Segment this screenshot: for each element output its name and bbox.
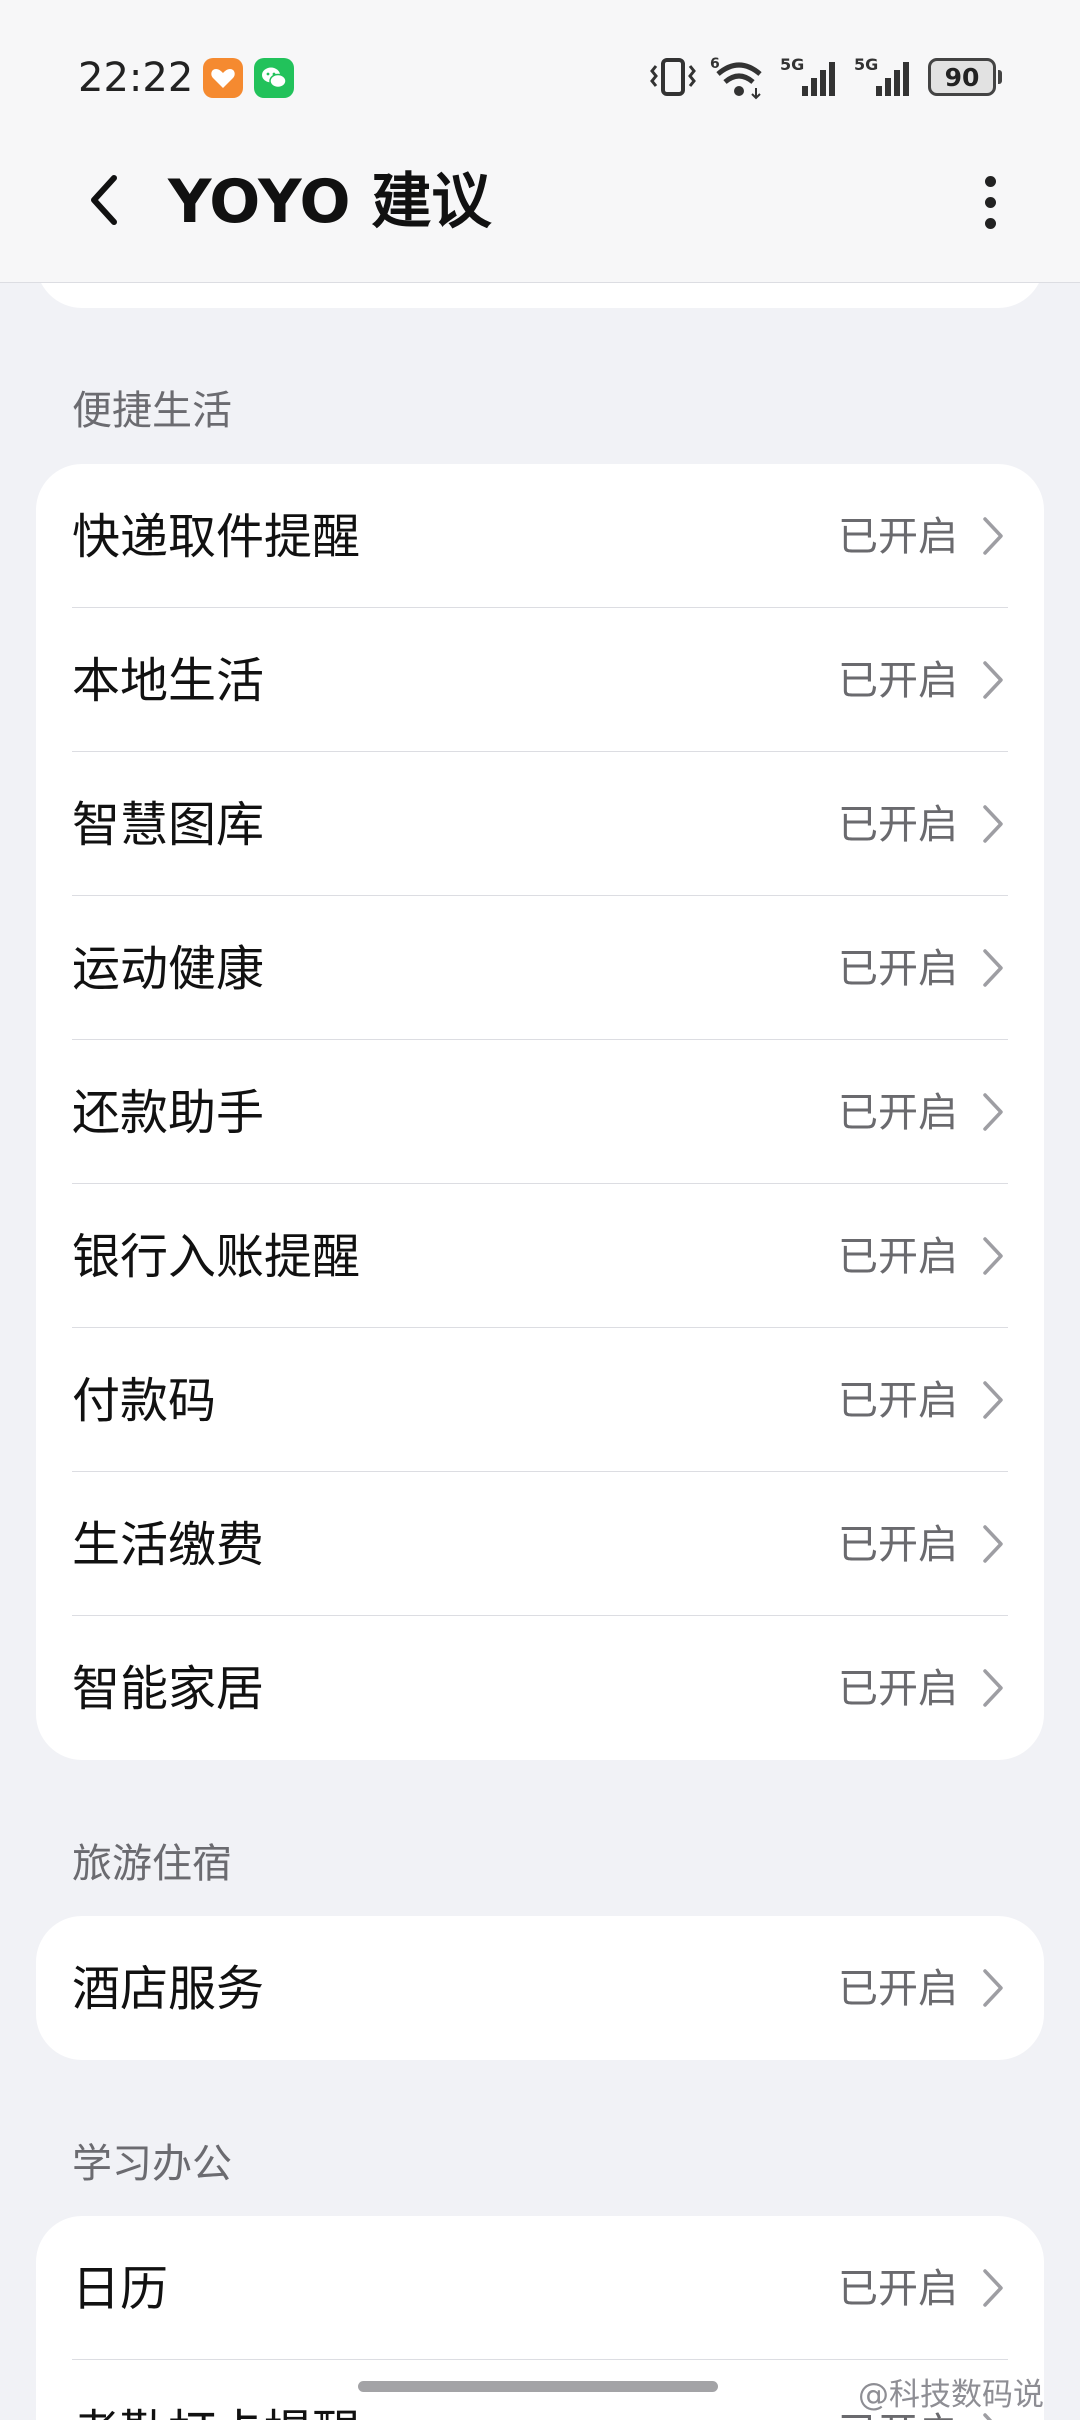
row-label: 还款助手 xyxy=(72,1085,265,1141)
row-status: 已开启 xyxy=(838,1378,958,1424)
setting-row-calendar[interactable]: 日历 已开启 xyxy=(36,2216,1044,2360)
setting-row-hotel-service[interactable]: 酒店服务 已开启 xyxy=(36,1916,1044,2060)
row-label: 生活缴费 xyxy=(72,1517,265,1573)
row-label: 付款码 xyxy=(72,1373,217,1429)
chevron-right-icon xyxy=(983,1381,1003,1419)
row-status: 已开启 xyxy=(838,1522,958,1568)
row-label: 运动健康 xyxy=(72,941,265,997)
card-travel-lodging: 酒店服务 已开启 xyxy=(36,1916,1044,2060)
vibrate-icon xyxy=(650,58,696,96)
chevron-left-icon xyxy=(91,175,117,225)
row-label: 智能家居 xyxy=(72,1661,265,1717)
row-status: 已开启 xyxy=(838,1234,958,1280)
wechat-icon xyxy=(254,58,294,98)
setting-row-repayment-assistant[interactable]: 还款助手 已开启 xyxy=(36,1040,1044,1184)
setting-row-payment-code[interactable]: 付款码 已开启 xyxy=(36,1328,1044,1472)
setting-row-bank-deposit-reminder[interactable]: 银行入账提醒 已开启 xyxy=(36,1184,1044,1328)
setting-row-express-pickup[interactable]: 快递取件提醒 已开启 xyxy=(36,464,1044,608)
row-status: 已开启 xyxy=(838,802,958,848)
row-status: 已开启 xyxy=(838,2266,958,2312)
row-status: 已开启 xyxy=(838,1090,958,1136)
row-status: 已开启 xyxy=(838,1666,958,1712)
battery-level: 90 xyxy=(944,62,980,92)
chevron-right-icon xyxy=(983,2269,1003,2307)
network-label-1: 5G xyxy=(780,55,804,74)
more-options-button[interactable] xyxy=(964,166,1016,238)
chevron-right-icon xyxy=(983,949,1003,987)
app-bar: YOYO 建议 xyxy=(0,150,1080,250)
network-label-2: 5G xyxy=(854,55,878,74)
health-app-icon xyxy=(203,58,243,98)
wifi-badge: 6 xyxy=(710,56,720,72)
battery-cap xyxy=(998,70,1002,84)
section-header-convenient-life: 便捷生活 xyxy=(72,388,232,434)
section-header-travel-lodging: 旅游住宿 xyxy=(72,1841,232,1887)
setting-row-smart-gallery[interactable]: 智慧图库 已开启 xyxy=(36,752,1044,896)
row-label: 银行入账提醒 xyxy=(72,1229,361,1285)
battery-icon: 90 xyxy=(928,58,996,96)
row-label: 酒店服务 xyxy=(72,1961,265,2017)
setting-row-utility-payment[interactable]: 生活缴费 已开启 xyxy=(36,1472,1044,1616)
row-status: 已开启 xyxy=(838,514,958,560)
row-label: 考勤打卡提醒 xyxy=(72,2404,360,2420)
section-header-study-office: 学习办公 xyxy=(72,2141,232,2187)
chevron-right-icon xyxy=(983,661,1003,699)
row-label: 快递取件提醒 xyxy=(72,509,361,565)
signal-icon-1: 5G xyxy=(780,55,835,96)
row-status: 已开启 xyxy=(838,946,958,992)
chevron-right-icon xyxy=(983,1669,1003,1707)
watermark: @科技数码说 xyxy=(858,2377,1044,2413)
signal-icon-2: 5G xyxy=(854,55,909,96)
wifi-icon: 6 xyxy=(710,56,762,100)
status-time: 22:22 xyxy=(78,55,194,101)
row-status: 已开启 xyxy=(838,658,958,704)
chevron-right-icon xyxy=(983,1237,1003,1275)
row-label: 日历 xyxy=(72,2261,169,2317)
top-bar: 22:22 6 5G 5G 90 YOYO 建议 xyxy=(0,0,1080,283)
back-button[interactable] xyxy=(72,168,136,232)
chevron-right-icon xyxy=(983,1525,1003,1563)
card-convenient-life: 快递取件提醒 已开启 本地生活 已开启 智慧图库 已开启 运动健康 已开启 还款… xyxy=(36,464,1044,1760)
setting-row-local-life[interactable]: 本地生活 已开启 xyxy=(36,608,1044,752)
chevron-right-icon xyxy=(983,805,1003,843)
setting-row-smart-home[interactable]: 智能家居 已开启 xyxy=(36,1616,1044,1760)
page-title: YOYO 建议 xyxy=(168,167,492,237)
row-label: 智慧图库 xyxy=(72,797,265,853)
row-label: 本地生活 xyxy=(72,653,265,709)
more-vertical-icon xyxy=(984,175,996,187)
row-status: 已开启 xyxy=(838,1966,958,2012)
status-icons: 6 5G 5G 90 xyxy=(648,52,1002,102)
chevron-right-icon xyxy=(983,517,1003,555)
home-indicator[interactable] xyxy=(358,2381,718,2392)
chevron-right-icon xyxy=(983,1093,1003,1131)
chevron-right-icon xyxy=(983,1969,1003,2007)
setting-row-sports-health[interactable]: 运动健康 已开启 xyxy=(36,896,1044,1040)
status-bar: 22:22 6 5G 5G 90 xyxy=(0,0,1080,150)
